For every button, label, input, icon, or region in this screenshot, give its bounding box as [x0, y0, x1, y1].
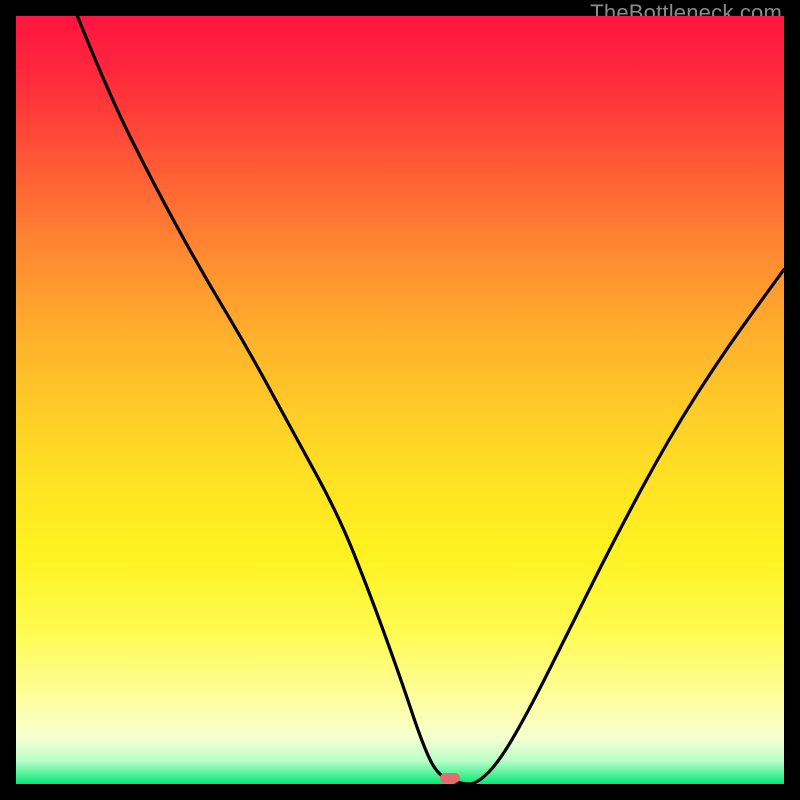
plot-area [16, 16, 784, 784]
bottleneck-curve [16, 16, 784, 784]
chart-frame: TheBottleneck.com [0, 0, 800, 800]
optimal-point-marker [440, 773, 460, 783]
